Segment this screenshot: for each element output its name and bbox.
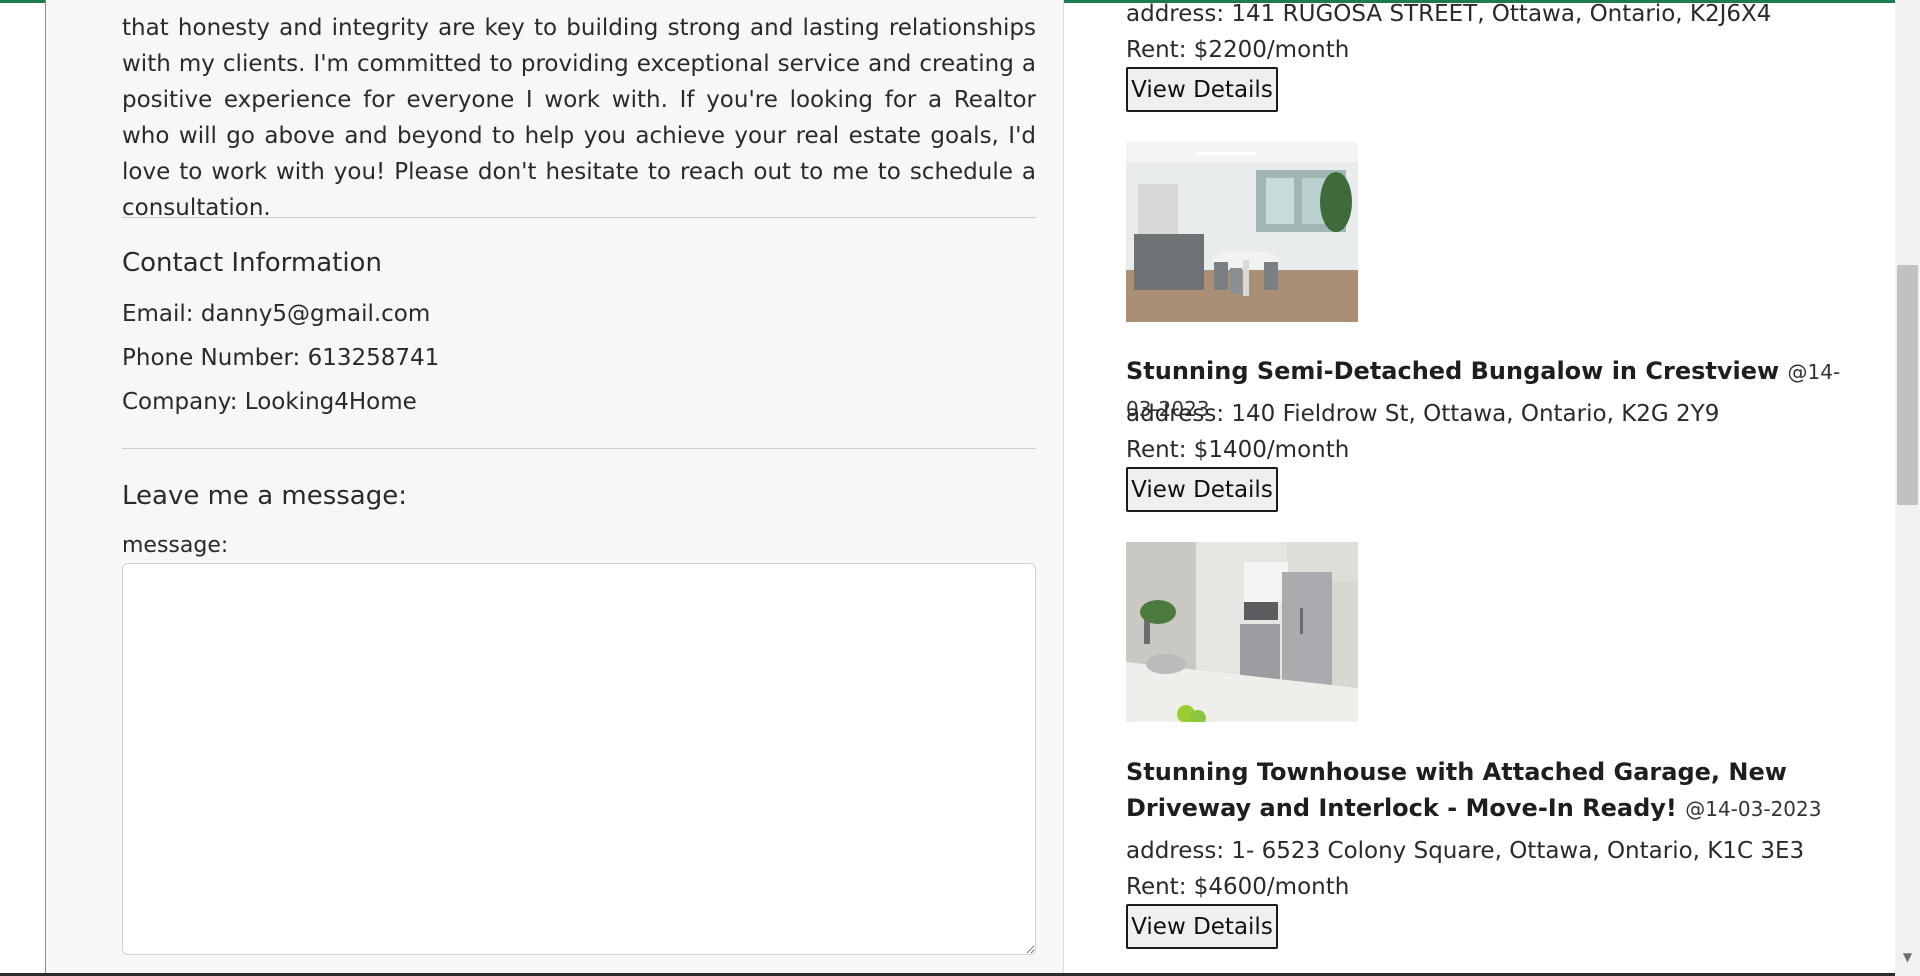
about-paragraph: that honesty and integrity are key to bu… (122, 15, 1036, 221)
listing-photo[interactable] (1126, 542, 1358, 722)
contact-company: Company: Looking4Home (122, 389, 417, 415)
view-details-button[interactable]: View Details (1126, 904, 1278, 949)
kitchen-photo (1126, 542, 1358, 722)
listing-title: Stunning Townhouse with Attached Garage,… (1126, 754, 1866, 827)
listing-date: @14-03-2023 (1685, 797, 1822, 821)
message-heading: Leave me a message: (122, 481, 407, 511)
divider (122, 217, 1036, 218)
message-textarea[interactable] (122, 563, 1036, 955)
listing-address: address: 1- 6523 Colony Square, Ottawa, … (1126, 838, 1805, 864)
listing-photo[interactable] (1126, 142, 1358, 322)
living-room-photo (1126, 142, 1358, 322)
view-details-button[interactable]: View Details (1126, 67, 1278, 112)
view-details-button[interactable]: View Details (1126, 467, 1278, 512)
divider (122, 448, 1036, 449)
listing-address: address: 141 RUGOSA STREET, Ottawa, Onta… (1126, 1, 1772, 27)
listing-rent: Rent: $1400/month (1126, 437, 1350, 463)
contact-phone: Phone Number: 613258741 (122, 345, 440, 371)
scrollbar-thumb[interactable] (1897, 265, 1918, 505)
contact-email: Email: danny5@gmail.com (122, 301, 431, 327)
contact-heading: Contact Information (122, 248, 382, 278)
listing-address: address: 140 Fieldrow St, Ottawa, Ontari… (1126, 401, 1720, 427)
message-label: message: (122, 533, 229, 558)
listing-title-text: Stunning Semi-Detached Bungalow in Crest… (1126, 357, 1780, 385)
realtor-profile-panel: that honesty and integrity are key to bu… (45, 0, 1064, 973)
listing-rent: Rent: $2200/month (1126, 37, 1350, 63)
scroll-down-arrow-icon[interactable]: ▼ (1899, 950, 1916, 970)
listing-rent: Rent: $4600/month (1126, 874, 1350, 900)
